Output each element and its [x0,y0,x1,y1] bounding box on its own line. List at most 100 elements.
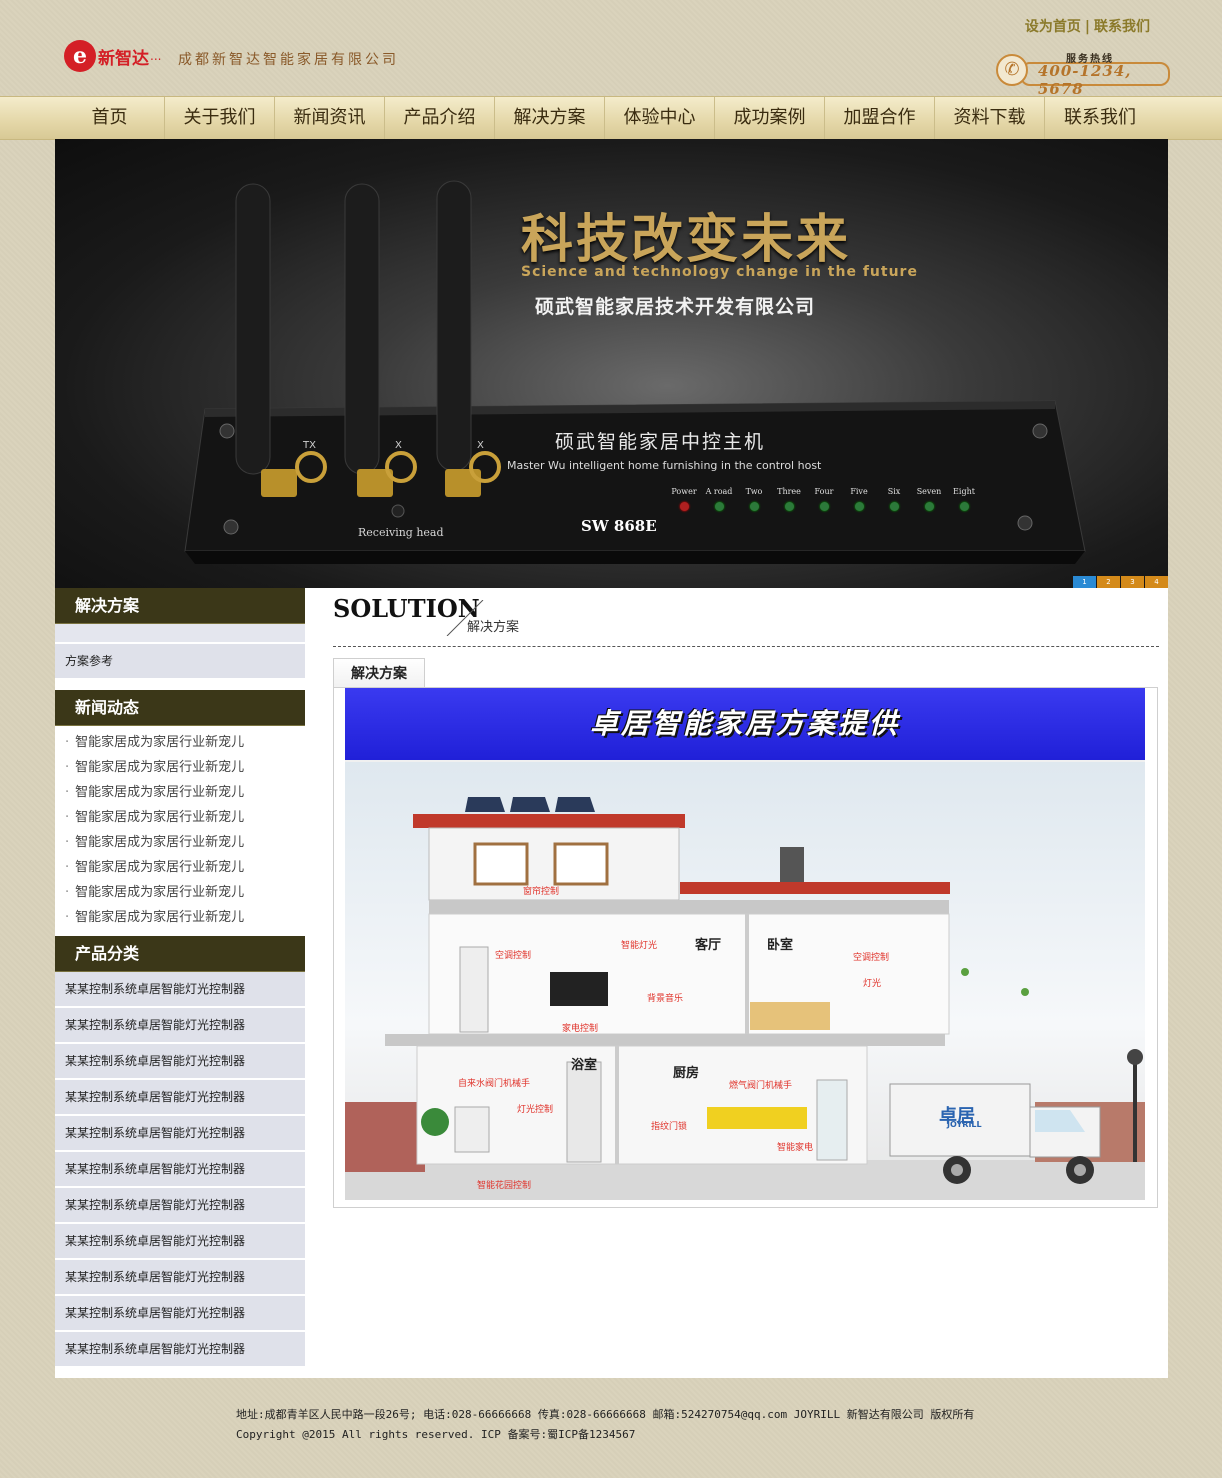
led-dot-icon [959,502,969,511]
news-item[interactable]: 智能家居成为家居行业新宠儿 [55,755,305,780]
product-item[interactable]: 某某控制系统卓居智能灯光控制器 [55,1116,305,1152]
hotline-number: 400-1234, 5678 [1038,62,1132,98]
news-item[interactable]: 智能家居成为家居行业新宠儿 [55,830,305,855]
pager-button-1[interactable]: 1 [1073,576,1096,588]
news-item[interactable]: 智能家居成为家居行业新宠儿 [55,780,305,805]
hero-banner[interactable]: 科技改变未来 Science and technology change in … [55,139,1168,588]
led-indicator: Six [877,487,911,511]
led-label: Four [814,487,834,496]
led-dot-icon [819,502,829,511]
nav-item-downloads[interactable]: 资料下载 [935,97,1045,139]
pager-button-2[interactable]: 2 [1097,576,1120,588]
led-label: Power [671,487,697,496]
label-light-ctrl: 灯光控制 [517,1105,554,1115]
contact-us-link[interactable]: 联系我们 [1094,19,1150,35]
truck-brand-en: JOYRILL [947,1120,982,1129]
logo[interactable]: e 新智达 ... [64,36,161,76]
label-garden: 智能花园控制 [477,1181,532,1191]
footer: 地址:成都青羊区人民中路一段26号; 电话:028-66666668 传真:02… [236,1405,1136,1445]
nav-item-franchise[interactable]: 加盟合作 [825,97,935,139]
led-dot-icon [679,502,689,511]
led-label: Eight [953,487,975,496]
nav-item-experience[interactable]: 体验中心 [605,97,715,139]
led-indicator: A road [702,487,736,511]
label-ac1: 空调控制 [495,951,532,961]
led-label: Six [887,487,901,496]
label-light: 灯光 [863,979,882,989]
news-item[interactable]: 智能家居成为家居行业新宠儿 [55,855,305,880]
nav-item-news[interactable]: 新闻资讯 [275,97,385,139]
banner-title: 科技改变未来 [521,209,852,270]
product-item[interactable]: 某某控制系统卓居智能灯光控制器 [55,1224,305,1260]
product-item[interactable]: 某某控制系统卓居智能灯光控制器 [55,1152,305,1188]
led-dot-icon [924,502,934,511]
nav-item-products[interactable]: 产品介绍 [385,97,495,139]
news-item[interactable]: 智能家居成为家居行业新宠儿 [55,730,305,755]
antenna-label: X [395,440,402,451]
sidebar-products-title: 产品分类 [55,936,305,972]
product-item[interactable]: 某某控制系统卓居智能灯光控制器 [55,1044,305,1080]
label-gas-valve: 燃气阀门机械手 [729,1081,793,1091]
footer-copyright: Copyright @2015 All rights reserved. ICP… [236,1428,636,1441]
product-item[interactable]: 某某控制系统卓居智能灯光控制器 [55,972,305,1008]
product-item[interactable]: 某某控制系统卓居智能灯光控制器 [55,1188,305,1224]
news-list: 智能家居成为家居行业新宠儿 智能家居成为家居行业新宠儿 智能家居成为家居行业新宠… [55,726,305,936]
label-bedroom: 卧室 [767,938,794,953]
product-item[interactable]: 某某控制系统卓居智能灯光控制器 [55,1296,305,1332]
led-indicator: Seven [912,487,946,511]
header: e 新智达 ... 成都新智达智能家居有限公司 设为首页 | 联系我们 ✆ 服务热线… [0,0,1222,98]
product-item[interactable]: 某某控制系统卓居智能灯光控制器 [55,1260,305,1296]
led-label: Three [777,487,801,496]
house-drawing [345,797,1145,1200]
device-model: SW 868E [581,517,657,535]
logo-dots: ... [150,49,162,63]
label-curtain: 窗帘控制 [523,887,560,897]
nav-item-about[interactable]: 关于我们 [165,97,275,139]
sidebar-solutions-title: 解决方案 [55,588,305,624]
led-dot-icon [714,502,724,511]
main-nav: 首页 关于我们 新闻资讯 产品介绍 解决方案 体验中心 成功案例 加盟合作 资料… [0,96,1222,140]
led-label: Seven [916,487,942,496]
led-dot-icon [889,502,899,511]
label-ac2: 空调控制 [853,953,890,963]
content-area: 解决方案 方案参考 新闻动态 智能家居成为家居行业新宠儿 智能家居成为家居行业新… [55,588,1168,1378]
led-dot-icon [784,502,794,511]
phone-icon: ✆ [996,54,1028,86]
link-separator: | [1084,19,1090,35]
led-label: A road [705,487,733,496]
led-indicator: Eight [947,487,981,511]
label-kitchen: 厨房 [673,1066,700,1081]
label-bathroom: 浴室 [571,1058,598,1073]
nav-item-contact[interactable]: 联系我们 [1045,97,1155,139]
sidebar-spacer [55,624,305,644]
dashed-divider [333,646,1159,647]
nav-item-solutions[interactable]: 解决方案 [495,97,605,139]
antenna-label: X [477,440,484,451]
top-links: 设为首页 | 联系我们 [1025,16,1150,36]
sidebar-item-solution-reference[interactable]: 方案参考 [55,644,305,680]
label-smart-appliance: 智能家电 [777,1143,814,1153]
tab-solutions[interactable]: 解决方案 [333,658,425,688]
product-item[interactable]: 某某控制系统卓居智能灯光控制器 [55,1332,305,1368]
label-fingerprint: 指纹门锁 [651,1122,688,1132]
nav-item-home[interactable]: 首页 [55,97,165,139]
news-item[interactable]: 智能家居成为家居行业新宠儿 [55,905,305,930]
company-name: 成都新智达智能家居有限公司 [178,52,399,68]
banner-company: 硕武智能家居技术开发有限公司 [535,296,816,318]
label-appliance: 家电控制 [562,1024,599,1034]
product-item[interactable]: 某某控制系统卓居智能灯光控制器 [55,1008,305,1044]
led-dot-icon [854,502,864,511]
banner-subtitle: Science and technology change in the fut… [521,264,918,280]
news-item[interactable]: 智能家居成为家居行业新宠儿 [55,805,305,830]
pager-button-4[interactable]: 4 [1145,576,1168,588]
news-item[interactable]: 智能家居成为家居行业新宠儿 [55,880,305,905]
receiving-label: Receiving head [358,526,444,539]
nav-item-cases[interactable]: 成功案例 [715,97,825,139]
antenna-label: TX [303,440,316,451]
led-indicator: Two [737,487,771,511]
set-homepage-link[interactable]: 设为首页 [1025,19,1081,35]
led-indicator: Four [807,487,841,511]
pager-button-3[interactable]: 3 [1121,576,1144,588]
product-item[interactable]: 某某控制系统卓居智能灯光控制器 [55,1080,305,1116]
